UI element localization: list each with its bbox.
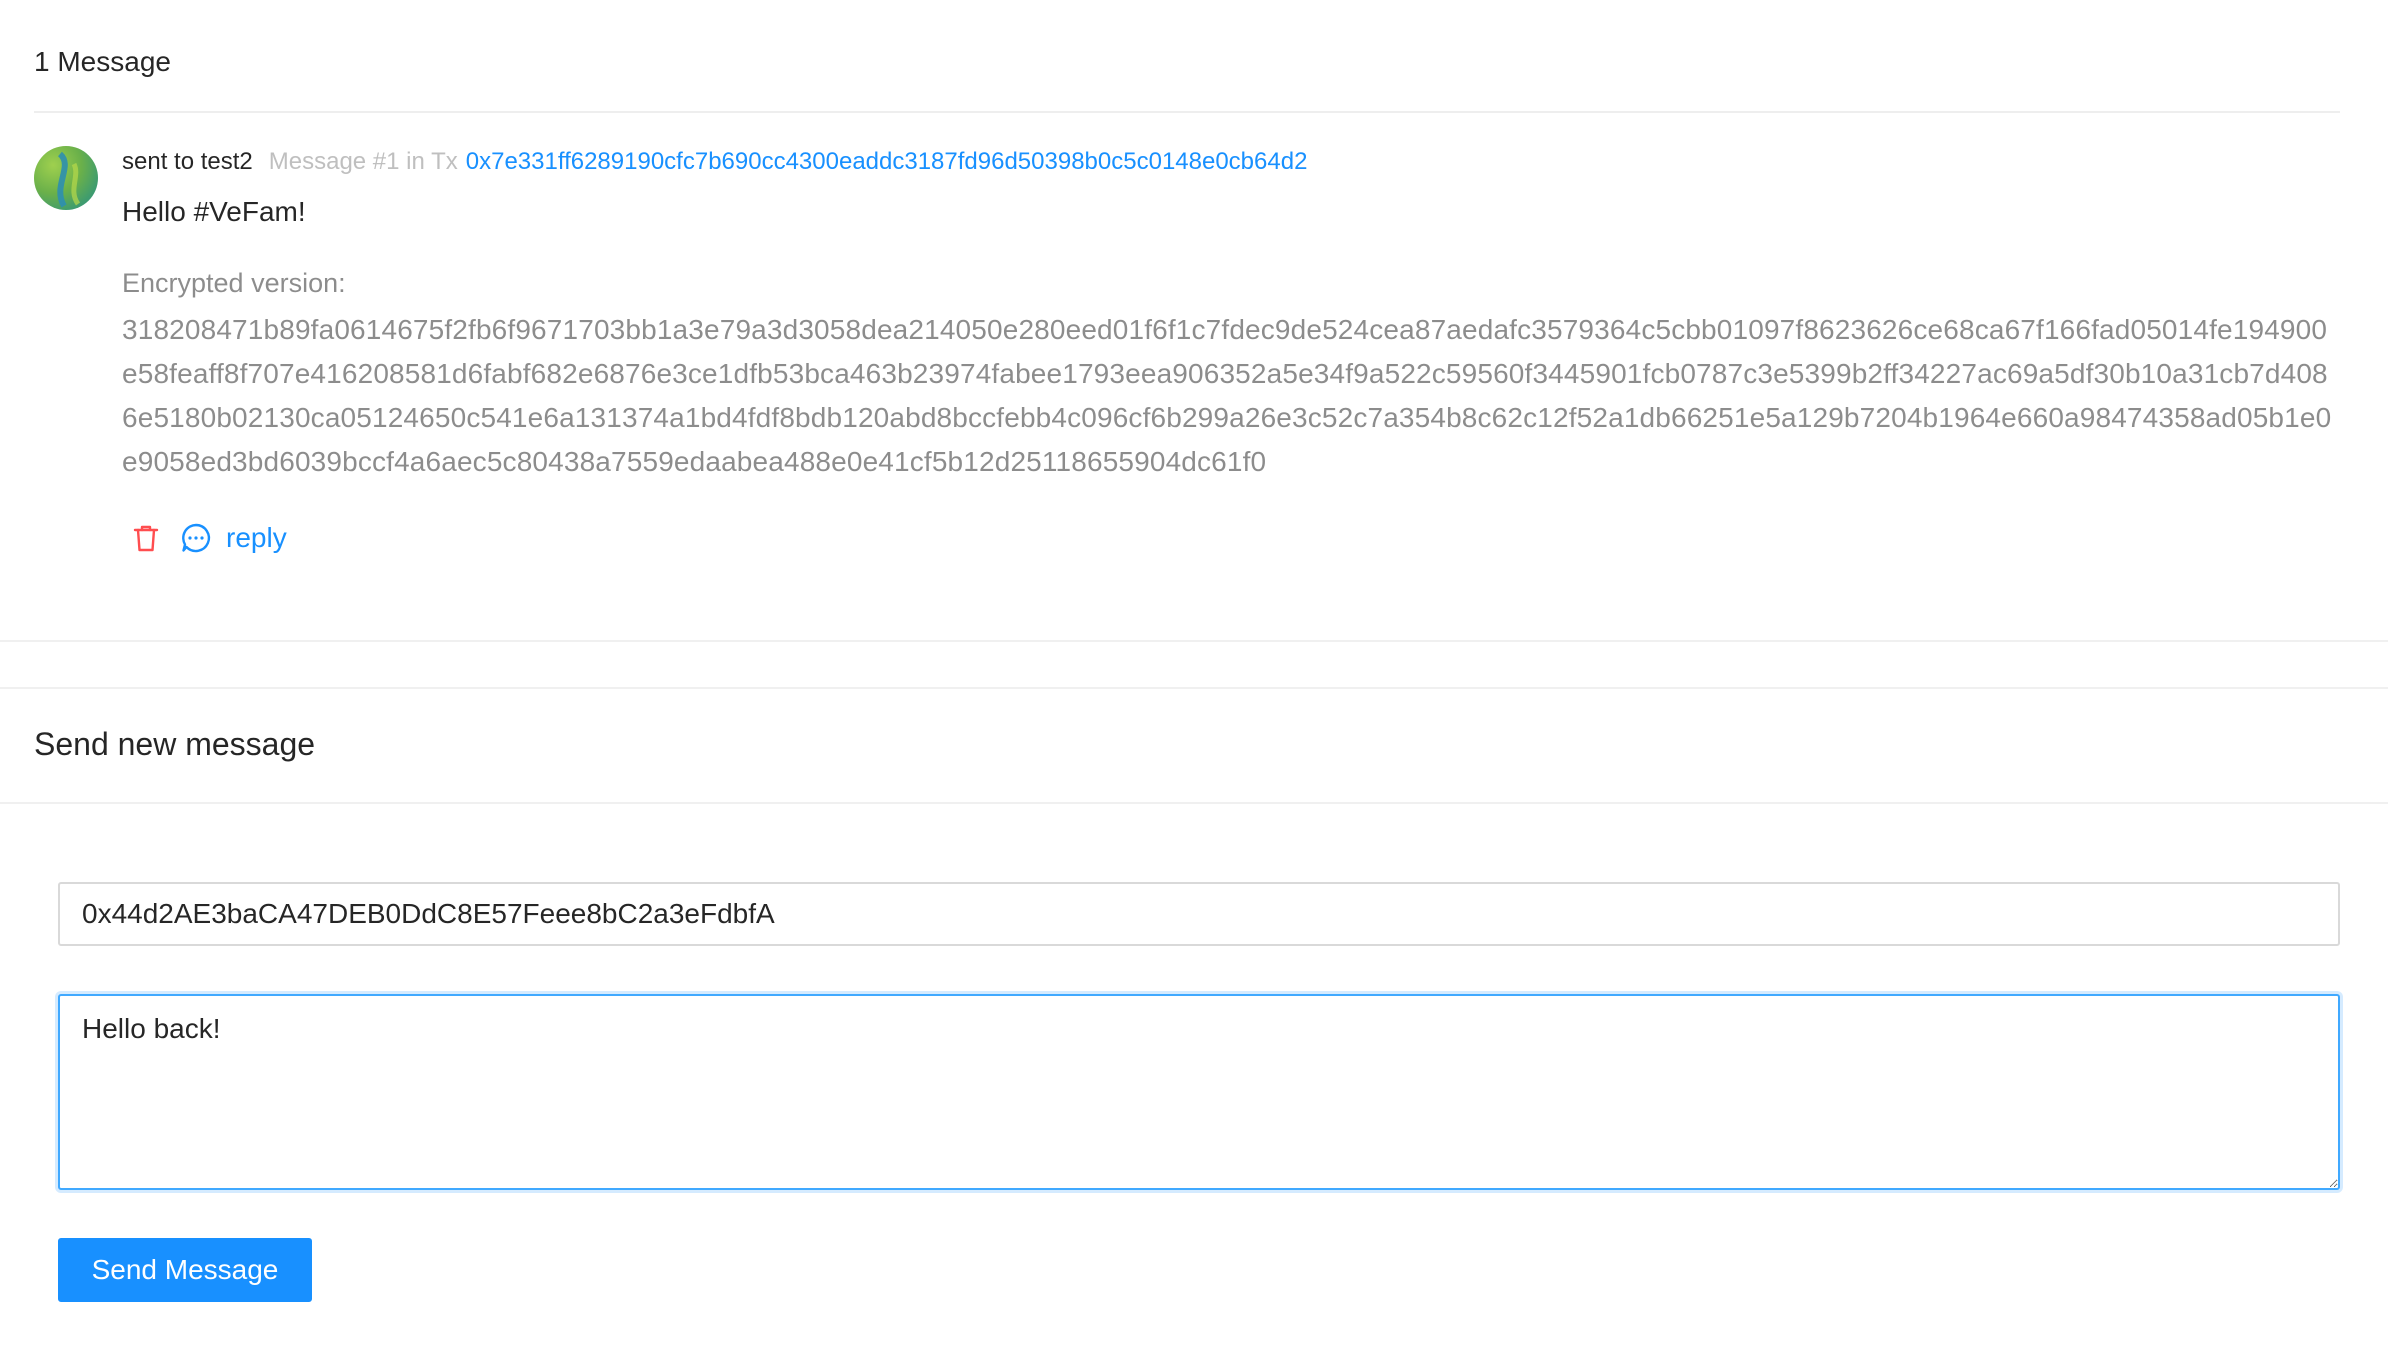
message-count: 1 Message [34, 46, 171, 77]
section-divider [0, 687, 2388, 689]
avatar [34, 146, 98, 210]
compose-title: Send new message [34, 726, 316, 762]
recipient-address-input[interactable] [58, 882, 2340, 946]
message-subtitle: Message #1 in Tx [268, 148, 458, 175]
message-meta: sent to test2 Message #1 in Tx 0x7e331ff… [122, 148, 1307, 182]
send-message-button[interactable]: Send Message [58, 1238, 312, 1302]
list-header-divider [34, 111, 2340, 113]
message-actions: reply [130, 518, 287, 558]
section-divider [0, 640, 2388, 642]
compose-title-divider [0, 802, 2388, 804]
trash-icon[interactable] [130, 522, 162, 554]
encrypted-text: 318208471b89fa0614675f2fb6f9671703bb1a3e… [122, 314, 2332, 477]
chat-bubble-icon [180, 522, 212, 554]
message-author: sent to test2 [122, 148, 253, 175]
identicon-icon [57, 151, 81, 208]
reply-button[interactable]: reply [180, 522, 287, 554]
messages-page: 1 Message sent to test2 Message #1 in Tx… [0, 0, 2388, 1346]
message-body: Hello #VeFam! [122, 196, 306, 227]
message-textarea[interactable]: Hello back! [58, 994, 2340, 1190]
reply-label: reply [226, 522, 287, 553]
tx-hash-link[interactable]: 0x7e331ff6289190cfc7b690cc4300eaddc3187f… [466, 148, 1308, 176]
encrypted-label: Encrypted version: [122, 268, 346, 298]
